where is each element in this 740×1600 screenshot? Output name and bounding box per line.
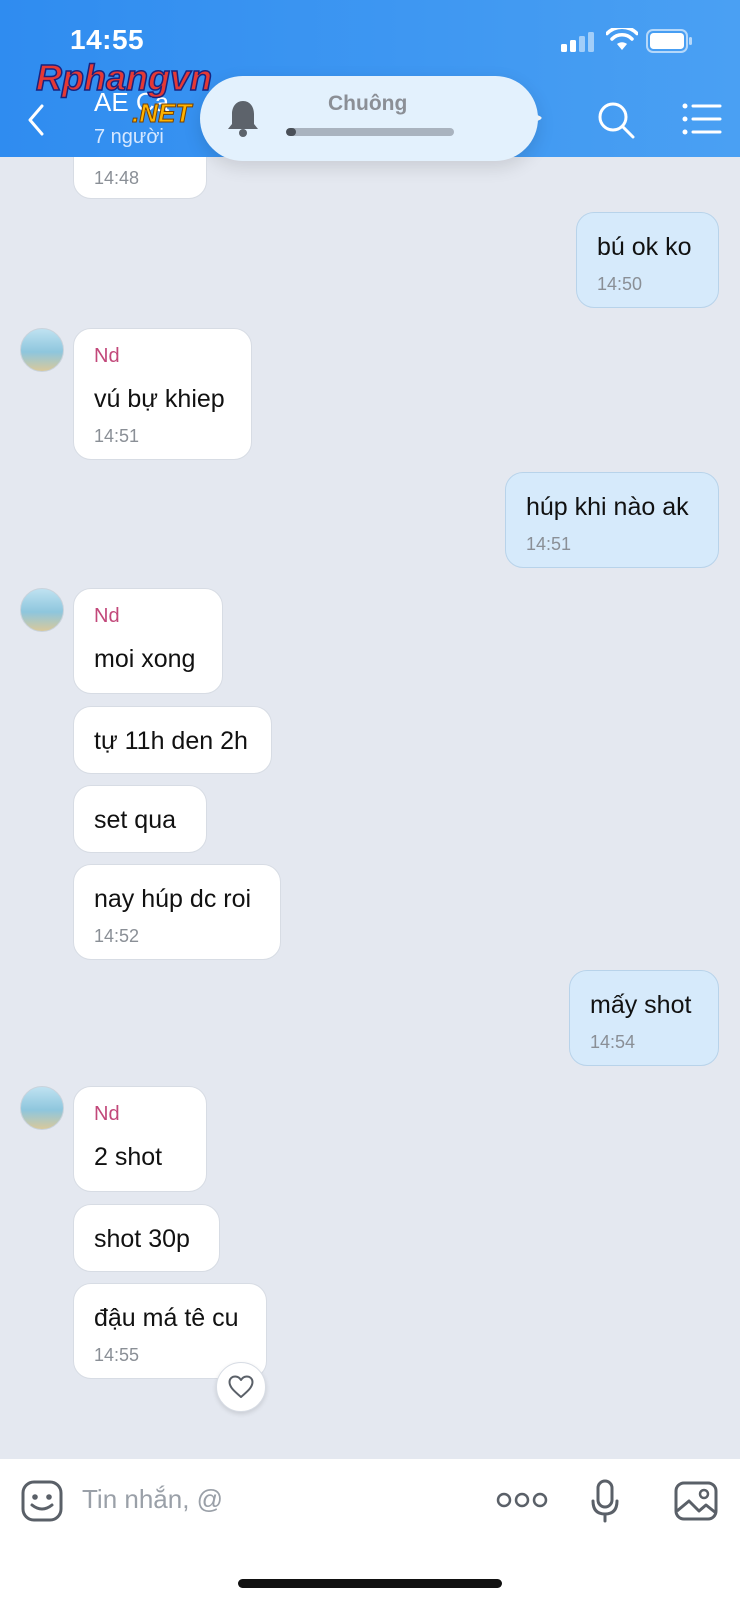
message-time: 14:52 — [94, 926, 140, 946]
message-bubble[interactable]: Nd moi xong — [73, 588, 223, 694]
message-time: 14:50 — [597, 274, 643, 294]
message-bubble[interactable]: Nd vú bự khiep 14:51 — [73, 328, 252, 460]
ringer-level-track — [286, 128, 454, 136]
message-time: 14:54 — [590, 1032, 636, 1052]
ringer-label: Chuông — [328, 92, 408, 115]
message-text: 2 shot — [94, 1143, 163, 1171]
image-icon[interactable] — [674, 1481, 718, 1521]
svg-text:.NET: .NET — [132, 98, 193, 128]
sender-name: Nd — [94, 605, 120, 627]
message-bubble[interactable]: set qua — [73, 785, 207, 853]
message-time: 14:51 — [526, 534, 572, 554]
sender-name: Nd — [94, 345, 120, 367]
bell-icon — [228, 101, 258, 137]
message-bubble[interactable]: tự 11h den 2h — [73, 706, 272, 774]
ringer-volume-indicator: Chuông — [200, 76, 538, 161]
message-time: 14:48 — [94, 168, 140, 188]
message-text: moi xong — [94, 645, 196, 673]
message-input-bar: Tin nhắn, @ — [0, 1459, 740, 1600]
member-count[interactable]: 7 người — [94, 126, 164, 149]
avatar[interactable] — [20, 328, 64, 372]
message-bubble[interactable]: shot 30p — [73, 1204, 220, 1272]
heart-icon — [228, 1375, 254, 1398]
message-text: vú bự khiep — [94, 385, 225, 413]
wifi-icon — [606, 28, 638, 50]
message-bubble[interactable]: nay húp dc roi 14:52 — [73, 864, 281, 960]
battery-icon — [646, 29, 692, 53]
message-input[interactable]: Tin nhắn, @ — [82, 1484, 223, 1515]
svg-text:Rphangvn: Rphangvn — [36, 58, 212, 98]
message-text: shot 30p — [94, 1225, 190, 1253]
message-bubble[interactable]: húp khi nào ak 14:51 — [505, 472, 719, 568]
microphone-icon[interactable] — [590, 1479, 620, 1523]
message-bubble[interactable]: 14:48 — [73, 157, 207, 199]
cellular-signal-icon — [561, 32, 594, 52]
message-list[interactable]: 14:48 bú ok ko 14:50 Nd vú bự khiep 14:5… — [0, 157, 740, 1459]
message-time: 14:55 — [94, 1345, 140, 1365]
message-bubble[interactable]: Nd 2 shot — [73, 1086, 207, 1192]
message-text: nay húp dc roi — [94, 885, 252, 913]
react-button[interactable] — [216, 1362, 266, 1412]
status-time: 14:55 — [70, 24, 145, 55]
message-bubble[interactable]: bú ok ko 14:50 — [576, 212, 719, 308]
ringer-level-fill — [286, 128, 297, 136]
message-text: bú ok ko — [597, 233, 692, 261]
message-bubble[interactable]: mấy shot 14:54 — [569, 970, 719, 1066]
search-icon[interactable] — [596, 100, 636, 140]
message-text: set qua — [94, 806, 177, 834]
message-text: mấy shot — [590, 991, 692, 1019]
menu-icon[interactable] — [682, 102, 722, 136]
message-time: 14:51 — [94, 426, 140, 446]
message-text: húp khi nào ak — [526, 493, 689, 521]
emoji-icon[interactable] — [20, 1479, 64, 1523]
avatar[interactable] — [20, 588, 64, 632]
avatar[interactable] — [20, 1086, 64, 1130]
message-text: đậu má tê cu — [94, 1304, 239, 1332]
sender-name: Nd — [94, 1103, 120, 1125]
message-text: tự 11h den 2h — [94, 727, 248, 755]
more-icon[interactable] — [496, 1491, 548, 1509]
home-indicator — [238, 1579, 502, 1588]
